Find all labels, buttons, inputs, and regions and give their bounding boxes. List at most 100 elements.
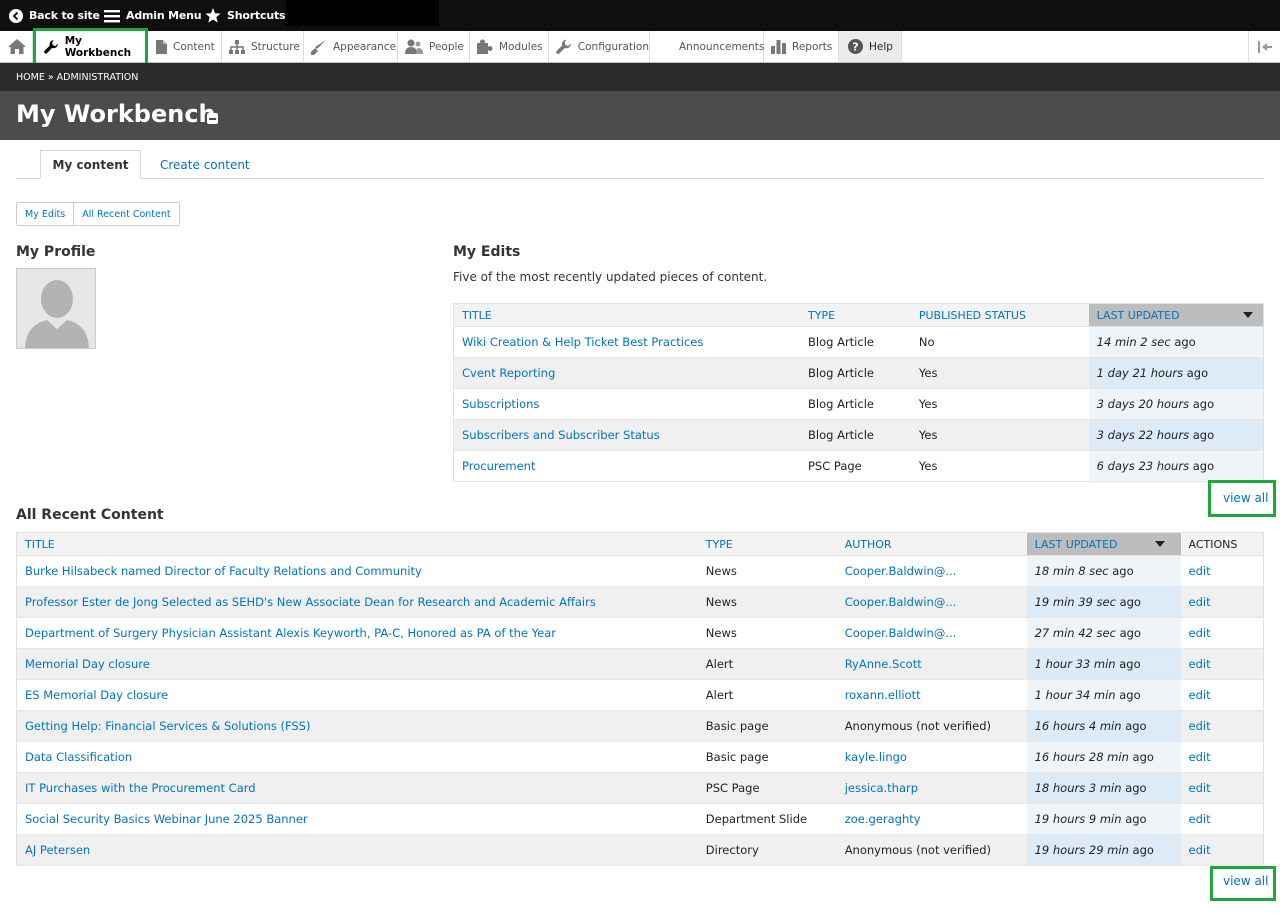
title-cell: Subscribers and Subscriber Status	[453, 419, 800, 451]
author-link[interactable]: roxann.elliott	[845, 688, 921, 702]
tray-item-announcements[interactable]: Announcements	[650, 31, 764, 62]
breadcrumb[interactable]: HOME » ADMINISTRATION	[0, 63, 1280, 91]
edit-link[interactable]: edit	[1189, 564, 1211, 578]
column-header-type[interactable]: TYPE	[800, 303, 911, 327]
my-edits-heading: My Edits	[453, 244, 521, 260]
all-recent-content-link[interactable]: All Recent Content	[74, 203, 178, 225]
content-title-link[interactable]: Wiki Creation & Help Ticket Best Practic…	[462, 335, 703, 349]
updated-ago: ago	[1121, 781, 1147, 795]
updated-time: 1 day 21 hours	[1096, 366, 1184, 380]
home-button[interactable]	[0, 31, 33, 62]
column-header-published-status[interactable]: PUBLISHED STATUS	[910, 303, 1089, 327]
content-title-link[interactable]: Data Classification	[25, 750, 132, 764]
edit-link[interactable]: edit	[1189, 595, 1211, 609]
page-header: My Workbench	[0, 91, 1280, 140]
redacted-area	[286, 0, 439, 26]
back-to-site-link[interactable]: Back to site	[9, 0, 100, 31]
orientation-toggle[interactable]	[1248, 31, 1280, 62]
author-cell: kayle.lingo	[836, 741, 1027, 773]
updated-cell: 16 hours 4 min ago	[1026, 710, 1181, 742]
edit-link[interactable]: edit	[1189, 812, 1211, 826]
updated-cell: 19 min 39 sec ago	[1026, 586, 1181, 618]
tab-create-content[interactable]: Create content	[144, 150, 266, 179]
content-title-link[interactable]: Social Security Basics Webinar June 2025…	[25, 812, 308, 826]
tray-item-label: Announcements	[679, 40, 765, 53]
author-link[interactable]: Cooper.Baldwin@...	[845, 595, 957, 609]
updated-ago: ago	[1115, 595, 1141, 609]
column-header-title[interactable]: TITLE	[16, 532, 698, 556]
wrench-icon	[556, 39, 571, 54]
my-edits-link[interactable]: My Edits	[17, 203, 75, 225]
column-header-last-updated[interactable]: LAST UPDATED	[1026, 532, 1181, 556]
author-name: Anonymous (not verified)	[844, 843, 992, 857]
updated-cell: 16 hours 28 min ago	[1026, 741, 1181, 773]
content-title-link[interactable]: Memorial Day closure	[25, 657, 150, 671]
updated-ago: ago	[1115, 688, 1141, 702]
content-title-link[interactable]: Burke Hilsabeck named Director of Facult…	[25, 564, 422, 578]
updated-cell: 6 days 23 hours ago	[1088, 450, 1264, 482]
column-header-author[interactable]: AUTHOR	[836, 532, 1027, 556]
tray-item-content[interactable]: Content	[149, 31, 222, 62]
tab-my-content[interactable]: My content	[40, 150, 141, 179]
author-cell: Cooper.Baldwin@...	[836, 586, 1027, 618]
shortcuts-button[interactable]: Shortcuts	[205, 0, 286, 31]
author-cell: Cooper.Baldwin@...	[836, 617, 1027, 649]
tray-item-modules[interactable]: Modules	[470, 31, 549, 62]
content-title-link[interactable]: Subscribers and Subscriber Status	[462, 428, 660, 442]
edit-link[interactable]: edit	[1189, 626, 1211, 640]
content-title-link[interactable]: ES Memorial Day closure	[25, 688, 168, 702]
content-title-link[interactable]: Getting Help: Financial Services & Solut…	[25, 719, 310, 733]
content-title-link[interactable]: IT Purchases with the Procurement Card	[25, 781, 256, 795]
title-cell: IT Purchases with the Procurement Card	[16, 772, 698, 804]
tray-item-reports[interactable]: Reports	[764, 31, 839, 62]
content-title-link[interactable]: Cvent Reporting	[462, 366, 555, 380]
author-cell: Cooper.Baldwin@...	[836, 555, 1027, 587]
back-arrow-icon	[9, 8, 23, 23]
author-link[interactable]: jessica.tharp	[845, 781, 918, 795]
updated-time: 16 hours 28 min	[1034, 750, 1129, 764]
column-header-last-updated[interactable]: LAST UPDATED	[1088, 303, 1264, 327]
updated-time: 19 hours 9 min	[1034, 812, 1122, 826]
title-cell: Professor Ester de Jong Selected as SEHD…	[16, 586, 698, 618]
help-icon: ?	[848, 39, 863, 54]
tray-item-label: Reports	[792, 40, 833, 53]
column-header-title[interactable]: TITLE	[453, 303, 800, 327]
updated-cell: 14 min 2 sec ago	[1088, 326, 1264, 358]
tray-item-people[interactable]: People	[398, 31, 470, 62]
title-cell: Wiki Creation & Help Ticket Best Practic…	[453, 326, 800, 358]
collapse-icon[interactable]	[207, 113, 218, 124]
content-title-link[interactable]: Subscriptions	[462, 397, 539, 411]
edit-link[interactable]: edit	[1189, 781, 1211, 795]
actions-cell: edit	[1180, 679, 1264, 711]
status-cell: Yes	[910, 419, 1089, 451]
edit-link[interactable]: edit	[1189, 843, 1211, 857]
sort-desc-icon	[1243, 312, 1253, 318]
author-cell: roxann.elliott	[836, 679, 1027, 711]
tray-item-structure[interactable]: Structure	[222, 31, 304, 62]
content-title-link[interactable]: Department of Surgery Physician Assistan…	[25, 626, 556, 640]
author-link[interactable]: zoe.geraghty	[845, 812, 921, 826]
author-link[interactable]: Cooper.Baldwin@...	[845, 564, 957, 578]
edit-link[interactable]: edit	[1189, 657, 1211, 671]
content-title-link[interactable]: Procurement	[462, 459, 535, 473]
updated-time: 6 days 23 hours	[1096, 459, 1190, 473]
tray-item-configuration[interactable]: Configuration	[549, 31, 650, 62]
my-edits-description: Five of the most recently updated pieces…	[453, 270, 768, 284]
title-cell: ES Memorial Day closure	[16, 679, 698, 711]
content-title-link[interactable]: AJ Petersen	[25, 843, 90, 857]
updated-cell: 1 day 21 hours ago	[1088, 357, 1264, 389]
table-row: Wiki Creation & Help Ticket Best Practic…	[453, 326, 1264, 358]
edit-link[interactable]: edit	[1189, 750, 1211, 764]
author-link[interactable]: RyAnne.Scott	[845, 657, 922, 671]
edit-link[interactable]: edit	[1189, 719, 1211, 733]
edit-link[interactable]: edit	[1189, 688, 1211, 702]
column-header-type[interactable]: TYPE	[697, 532, 837, 556]
tray-item-appearance[interactable]: Appearance	[304, 31, 398, 62]
tray-item-help[interactable]: ? Help	[839, 31, 902, 62]
author-link[interactable]: Cooper.Baldwin@...	[845, 626, 957, 640]
type-cell: Blog Article	[800, 326, 911, 358]
actions-cell: edit	[1180, 710, 1264, 742]
content-title-link[interactable]: Professor Ester de Jong Selected as SEHD…	[25, 595, 596, 609]
author-link[interactable]: kayle.lingo	[845, 750, 907, 764]
admin-menu-button[interactable]: Admin Menu	[104, 0, 202, 31]
